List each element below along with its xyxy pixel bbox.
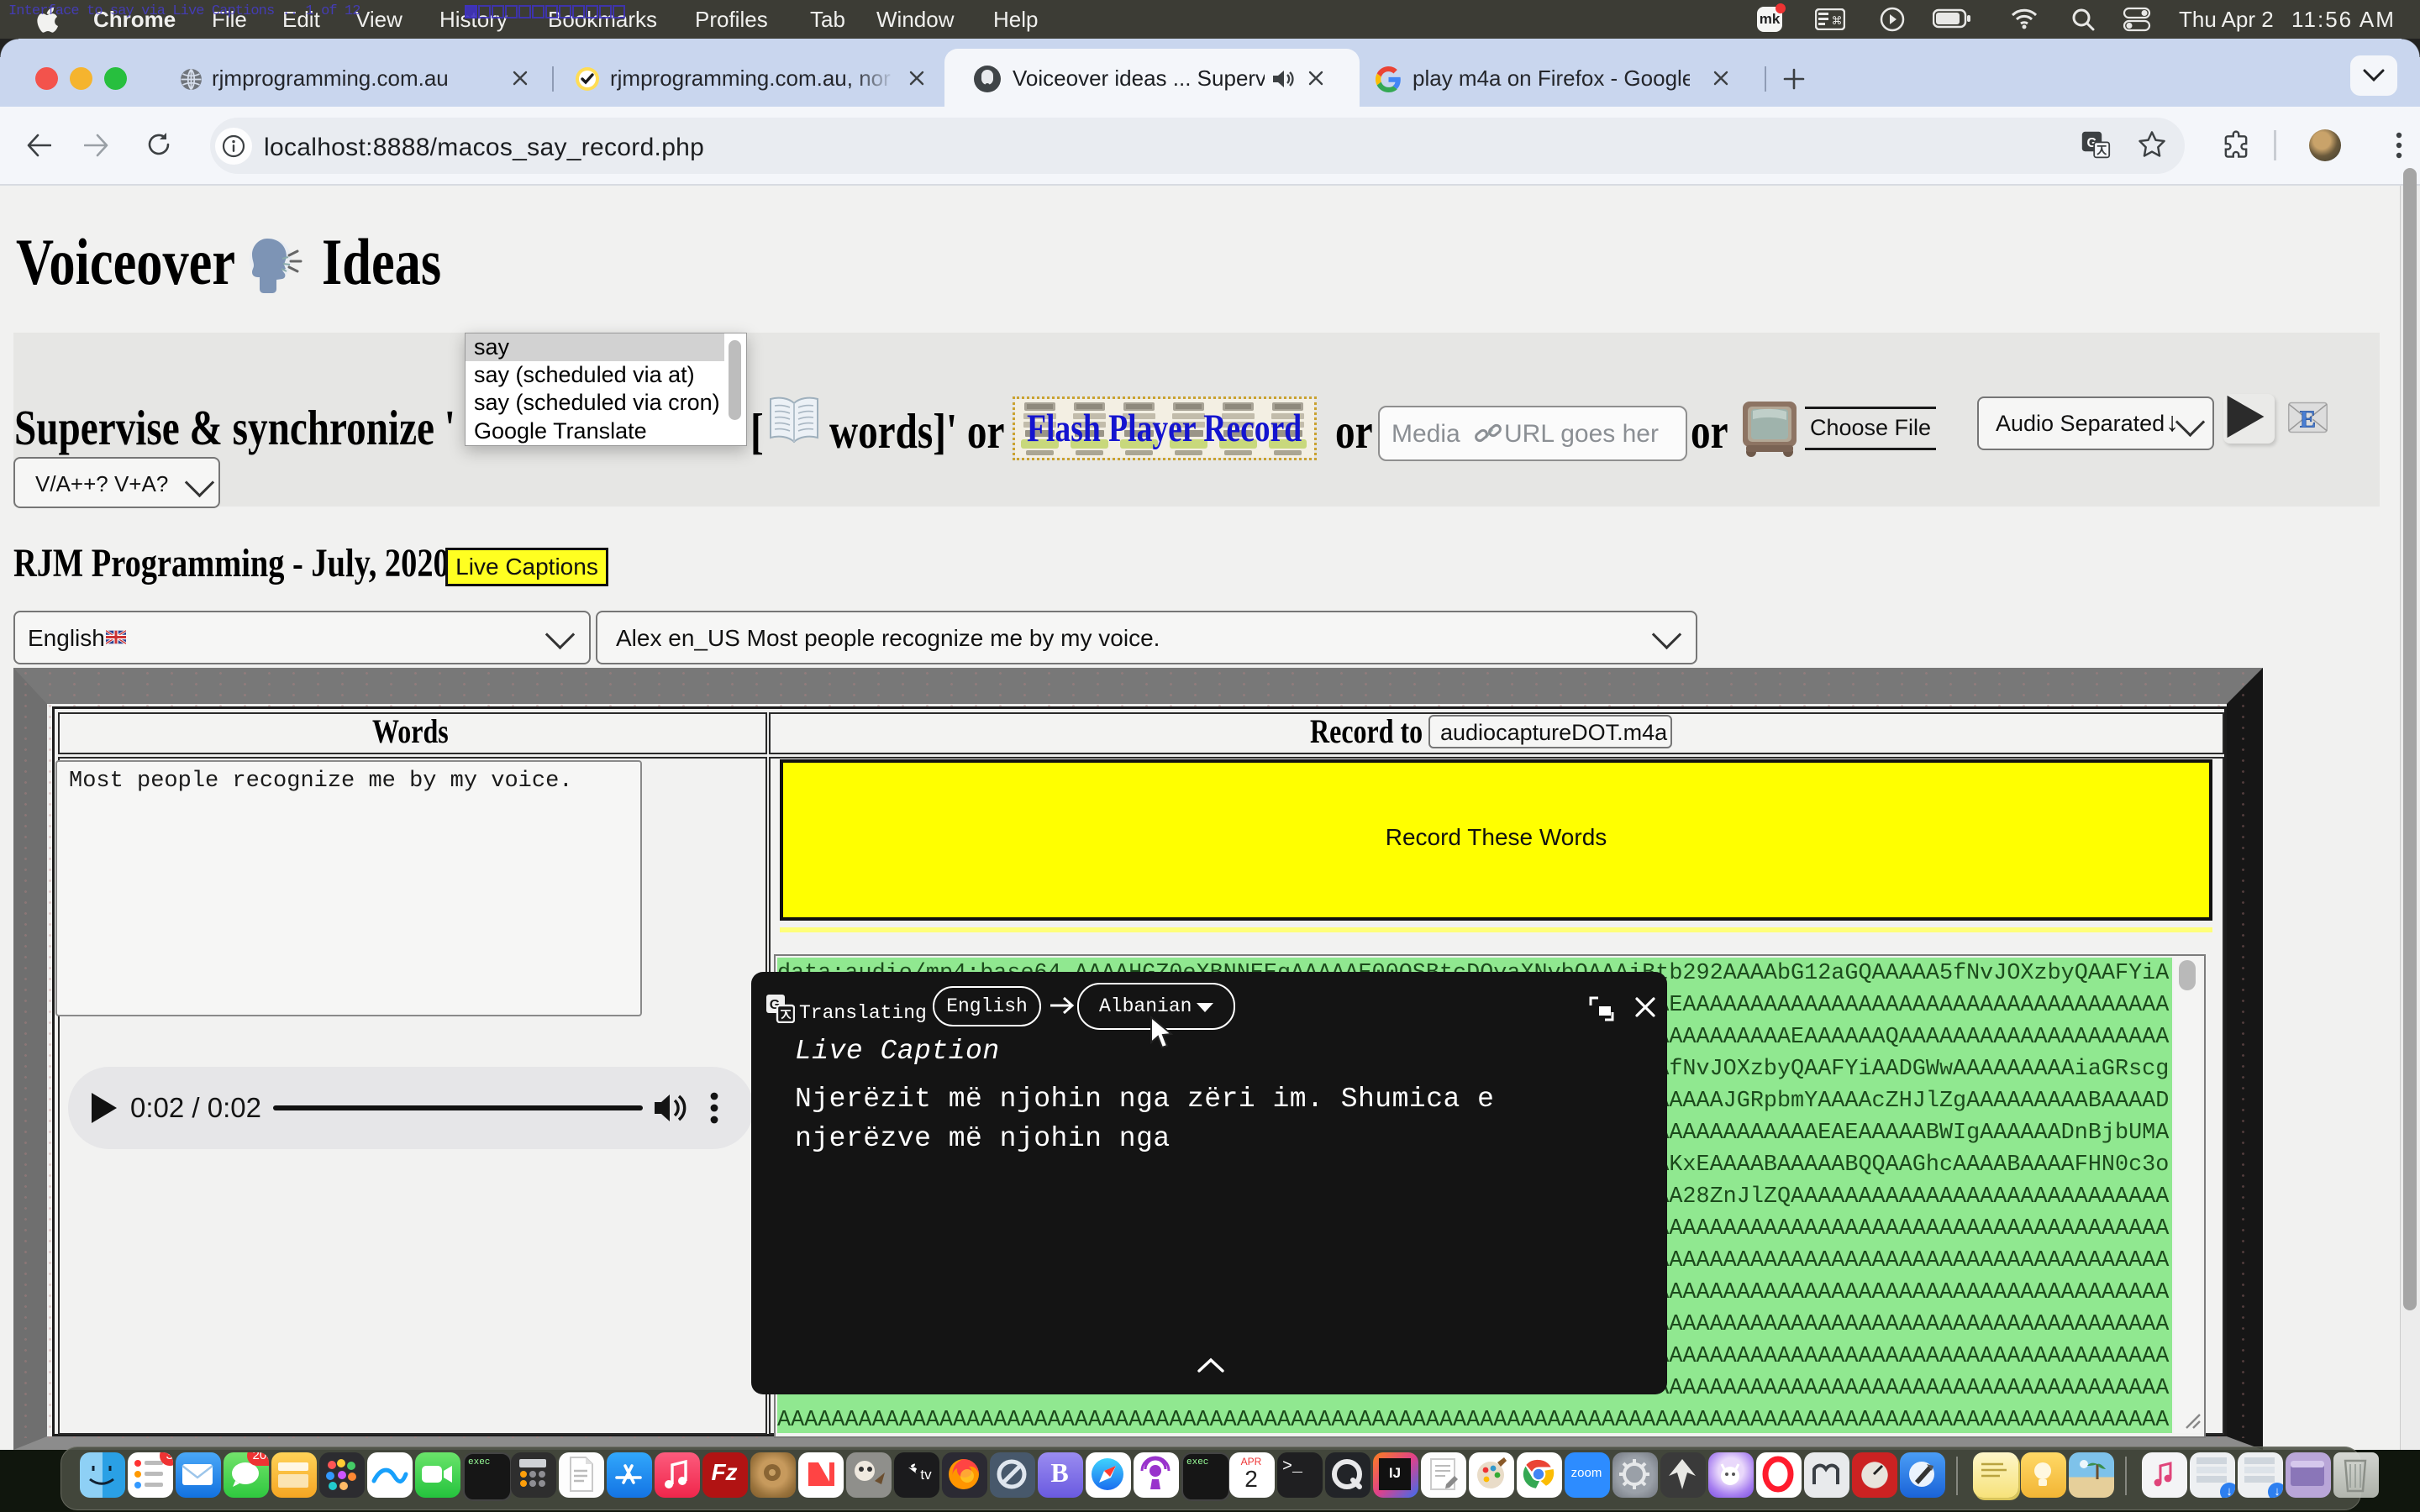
- svg-text:tv: tv: [920, 1467, 932, 1483]
